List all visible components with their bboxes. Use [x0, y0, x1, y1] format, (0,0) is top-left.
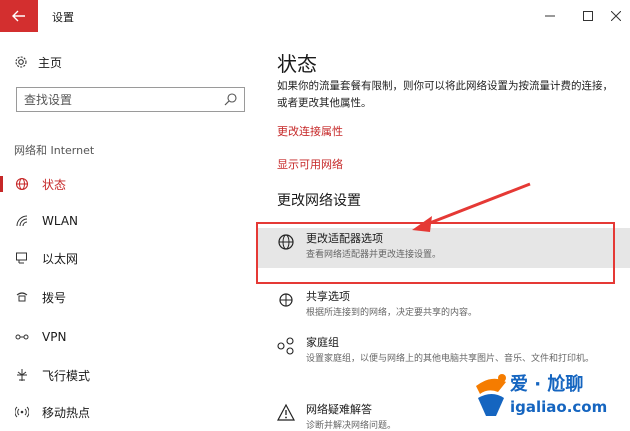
sidebar-item-hotspot[interactable]: 移动热点	[0, 396, 256, 428]
minimize-button[interactable]	[530, 0, 570, 32]
sidebar-item-label: 移动热点	[42, 405, 91, 420]
sidebar: 主页 网络和 Internet 状态 WLAN 以太网 拨号 VPN 飞行模式 …	[0, 32, 256, 431]
maximize-icon	[583, 11, 593, 21]
sidebar-item-label: 状态	[42, 177, 67, 192]
search-box[interactable]	[16, 87, 245, 112]
change-connection-properties-link[interactable]: 更改连接属性	[277, 123, 343, 139]
wifi-icon	[16, 215, 28, 227]
sidebar-item-status[interactable]: 状态	[0, 168, 256, 200]
section-heading: 网络和 Internet	[14, 144, 95, 157]
back-button[interactable]	[0, 0, 38, 32]
show-available-networks-link[interactable]: 显示可用网络	[277, 156, 343, 172]
sharing-icon	[279, 293, 293, 307]
sidebar-item-vpn[interactable]: VPN	[0, 321, 256, 353]
sidebar-item-airplane[interactable]: 飞行模式	[0, 359, 256, 391]
page-title: 状态	[277, 52, 317, 76]
watermark-brand: 爱 · 尬聊	[510, 374, 584, 395]
sidebar-item-dialup[interactable]: 拨号	[0, 281, 256, 313]
back-arrow-icon	[12, 10, 25, 22]
ethernet-icon	[16, 252, 27, 264]
adapter-icon	[278, 234, 294, 250]
option-title: 共享选项	[306, 290, 350, 303]
gear-icon	[15, 56, 27, 68]
watermark-logo-icon	[476, 374, 506, 416]
option-description: 查看网络适配器并更改连接设置。	[306, 250, 442, 260]
sidebar-item-label: 以太网	[42, 251, 79, 266]
window-title: 设置	[52, 11, 74, 24]
close-button[interactable]	[596, 0, 630, 32]
active-indicator	[0, 176, 3, 192]
change-adapter-options[interactable]: 更改适配器选项 查看网络适配器并更改连接设置。	[256, 228, 630, 268]
warning-icon	[277, 403, 295, 421]
sidebar-item-label: VPN	[42, 330, 67, 344]
sidebar-item-ethernet[interactable]: 以太网	[0, 242, 256, 274]
search-input[interactable]	[24, 91, 214, 108]
search-icon	[224, 93, 237, 106]
watermark-url: igaliao.com	[510, 398, 608, 416]
home-link[interactable]: 主页	[14, 52, 62, 72]
close-icon	[611, 11, 621, 21]
watermark: 爱 · 尬聊 igaliao.com	[470, 370, 630, 431]
sidebar-item-label: 拨号	[42, 290, 67, 305]
option-title: 家庭组	[306, 336, 339, 349]
change-network-settings-heading: 更改网络设置	[277, 193, 361, 209]
minimize-icon	[545, 15, 555, 17]
option-title: 更改适配器选项	[306, 232, 383, 245]
sidebar-item-label: 飞行模式	[42, 368, 91, 383]
status-globe-icon	[15, 177, 29, 191]
sharing-options[interactable]: 共享选项 根据所连接到的网络，决定要共享的内容。	[256, 286, 630, 326]
sidebar-item-label: WLAN	[42, 214, 79, 228]
hotspot-icon	[15, 406, 29, 418]
vpn-icon	[15, 334, 29, 340]
airplane-icon	[17, 369, 27, 381]
option-description: 设置家庭组，以便与网络上的其他电脑共享图片、音乐、文件和打印机。	[306, 354, 595, 364]
option-title: 网络疑难解答	[306, 403, 372, 416]
option-description: 根据所连接到的网络，决定要共享的内容。	[306, 308, 478, 318]
sidebar-item-wlan[interactable]: WLAN	[0, 205, 256, 237]
home-label: 主页	[38, 55, 63, 70]
title-bar: 设置	[0, 0, 630, 32]
status-description: 如果你的流量套餐有限制，则你可以将此网络设置为按流量计费的连接，或者更改其他属性…	[277, 80, 613, 109]
homegroup-icon	[277, 337, 294, 355]
dialup-icon	[16, 292, 28, 302]
